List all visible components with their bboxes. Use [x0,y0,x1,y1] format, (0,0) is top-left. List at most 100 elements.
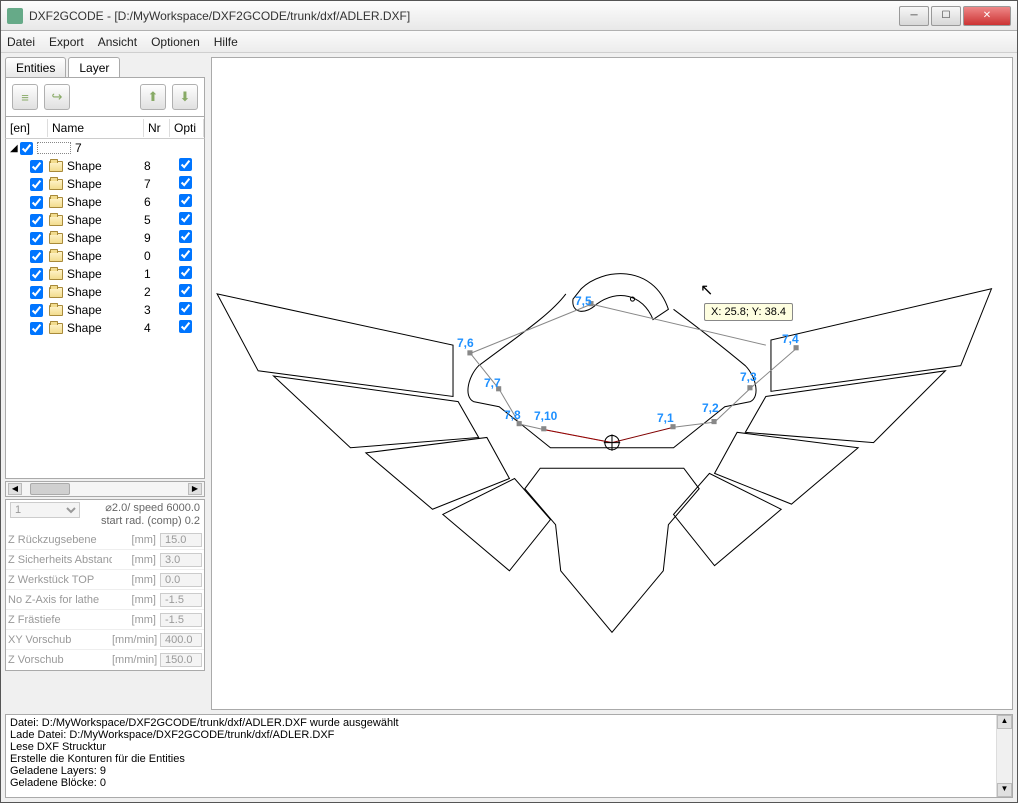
param-value[interactable]: 3.0 [160,553,202,567]
param-value[interactable]: 150.0 [160,653,202,667]
minimize-button[interactable]: ─ [899,6,929,26]
canvas[interactable]: 7,5 7,6 7,7 7,8 7,10 7,1 7,2 7,3 7,4 ↖ X… [211,57,1013,710]
shape-name: Shape [67,303,144,317]
shape-checkbox[interactable] [30,304,43,317]
folder-icon [49,179,63,190]
tree-row-shape[interactable]: Shape8 [6,157,204,175]
log-line: Datei: D:/MyWorkspace/DXF2GCODE/trunk/dx… [10,717,1008,729]
tree-row-shape[interactable]: Shape5 [6,211,204,229]
tab-entities[interactable]: Entities [5,57,66,78]
close-button[interactable]: ✕ [963,6,1011,26]
content: Entities Layer ≡ ↪ ⬆ ⬇ [en] Name Nr Opti [1,53,1017,714]
shape-opt-checkbox[interactable] [179,194,192,207]
shape-checkbox[interactable] [30,322,43,335]
window-title: DXF2GCODE - [D:/MyWorkspace/DXF2GCODE/tr… [29,9,899,23]
tag-7-6: 7,6 [457,336,474,350]
layer-rename-field[interactable] [37,142,71,154]
maximize-button[interactable]: ☐ [931,6,961,26]
tree-row-shape[interactable]: Shape9 [6,229,204,247]
scroll-left-button[interactable]: ◀ [8,483,22,495]
indent-button[interactable]: ↪ [44,84,70,110]
scroll-thumb[interactable] [30,483,70,495]
shape-opt-checkbox[interactable] [179,266,192,279]
scroll-up-button[interactable]: ▲ [997,715,1012,729]
tag-7-8: 7,8 [504,408,521,422]
shape-checkbox[interactable] [30,196,43,209]
col-name[interactable]: Name [48,119,144,137]
shape-nr: 5 [144,213,170,227]
tree-row-shape[interactable]: Shape1 [6,265,204,283]
tree-row-shape[interactable]: Shape3 [6,301,204,319]
move-down-button[interactable]: ⬇ [172,84,198,110]
scroll-down-button[interactable]: ▼ [997,783,1012,797]
tree-row-shape[interactable]: Shape4 [6,319,204,337]
param-row: Z Frästiefe[mm]-1.5 [6,610,204,630]
shape-checkbox[interactable] [30,160,43,173]
menu-optionen[interactable]: Optionen [151,35,200,49]
layer-select[interactable]: 1 [10,502,80,518]
shape-nr: 8 [144,159,170,173]
shape-nr: 7 [144,177,170,191]
param-value[interactable]: 0.0 [160,573,202,587]
tree-row-shape[interactable]: Shape7 [6,175,204,193]
shape-name: Shape [67,177,144,191]
align-left-button[interactable]: ≡ [12,84,38,110]
param-value[interactable]: 400.0 [160,633,202,647]
shape-checkbox[interactable] [30,232,43,245]
log-panel[interactable]: Datei: D:/MyWorkspace/DXF2GCODE/trunk/dx… [5,714,1013,798]
tree-row-shape[interactable]: Shape2 [6,283,204,301]
shape-checkbox[interactable] [30,214,43,227]
shape-opt-checkbox[interactable] [179,176,192,189]
param-value[interactable]: -1.5 [160,593,202,607]
tree-row-shape[interactable]: Shape0 [6,247,204,265]
log-vscroll[interactable]: ▲ ▼ [996,715,1012,797]
menu-datei[interactable]: Datei [7,35,35,49]
shape-opt-checkbox[interactable] [179,248,192,261]
root-checkbox[interactable] [20,142,33,155]
shape-nr: 3 [144,303,170,317]
tag-7-10: 7,10 [534,409,557,423]
expand-icon[interactable]: ◢ [10,143,20,154]
drawing-svg [212,58,1012,714]
folder-icon [49,197,63,208]
log-line: Lade Datei: D:/MyWorkspace/DXF2GCODE/tru… [10,729,1008,741]
shape-checkbox[interactable] [30,178,43,191]
shape-opt-checkbox[interactable] [179,320,192,333]
shape-nr: 2 [144,285,170,299]
tree-hscroll[interactable]: ◀ ▶ [5,481,205,497]
col-en[interactable]: [en] [6,119,48,137]
shape-opt-checkbox[interactable] [179,230,192,243]
tree-row-shape[interactable]: Shape6 [6,193,204,211]
tag-7-5: 7,5 [575,294,592,308]
menu-export[interactable]: Export [49,35,84,49]
tab-layer[interactable]: Layer [68,57,120,78]
shape-opt-checkbox[interactable] [179,158,192,171]
folder-icon [49,251,63,262]
log-line: Lese DXF Strucktur [10,741,1008,753]
titlebar[interactable]: DXF2GCODE - [D:/MyWorkspace/DXF2GCODE/tr… [1,1,1017,31]
tree-body[interactable]: ◢ 7 Shape8Shape7Shape6Shape5Shape9Shape0… [5,139,205,479]
col-nr[interactable]: Nr [144,119,170,137]
coord-tooltip: X: 25.8; Y: 38.4 [704,303,793,321]
shape-opt-checkbox[interactable] [179,284,192,297]
tag-7-7: 7,7 [484,376,501,390]
param-unit: [mm/min] [112,634,160,646]
move-up-button[interactable]: ⬆ [140,84,166,110]
shape-checkbox[interactable] [30,268,43,281]
param-unit: [mm] [112,594,160,606]
folder-icon [49,233,63,244]
menu-ansicht[interactable]: Ansicht [98,35,137,49]
scroll-right-button[interactable]: ▶ [188,483,202,495]
shape-checkbox[interactable] [30,286,43,299]
param-value[interactable]: -1.5 [160,613,202,627]
shape-opt-checkbox[interactable] [179,212,192,225]
param-row: Z Sicherheits Abstand[mm]3.0 [6,550,204,570]
col-opt[interactable]: Opti [170,119,204,137]
param-value[interactable]: 15.0 [160,533,202,547]
shape-opt-checkbox[interactable] [179,302,192,315]
folder-icon [49,161,63,172]
tree-row-root[interactable]: ◢ 7 [6,139,204,157]
shape-nr: 6 [144,195,170,209]
shape-checkbox[interactable] [30,250,43,263]
menu-hilfe[interactable]: Hilfe [214,35,238,49]
